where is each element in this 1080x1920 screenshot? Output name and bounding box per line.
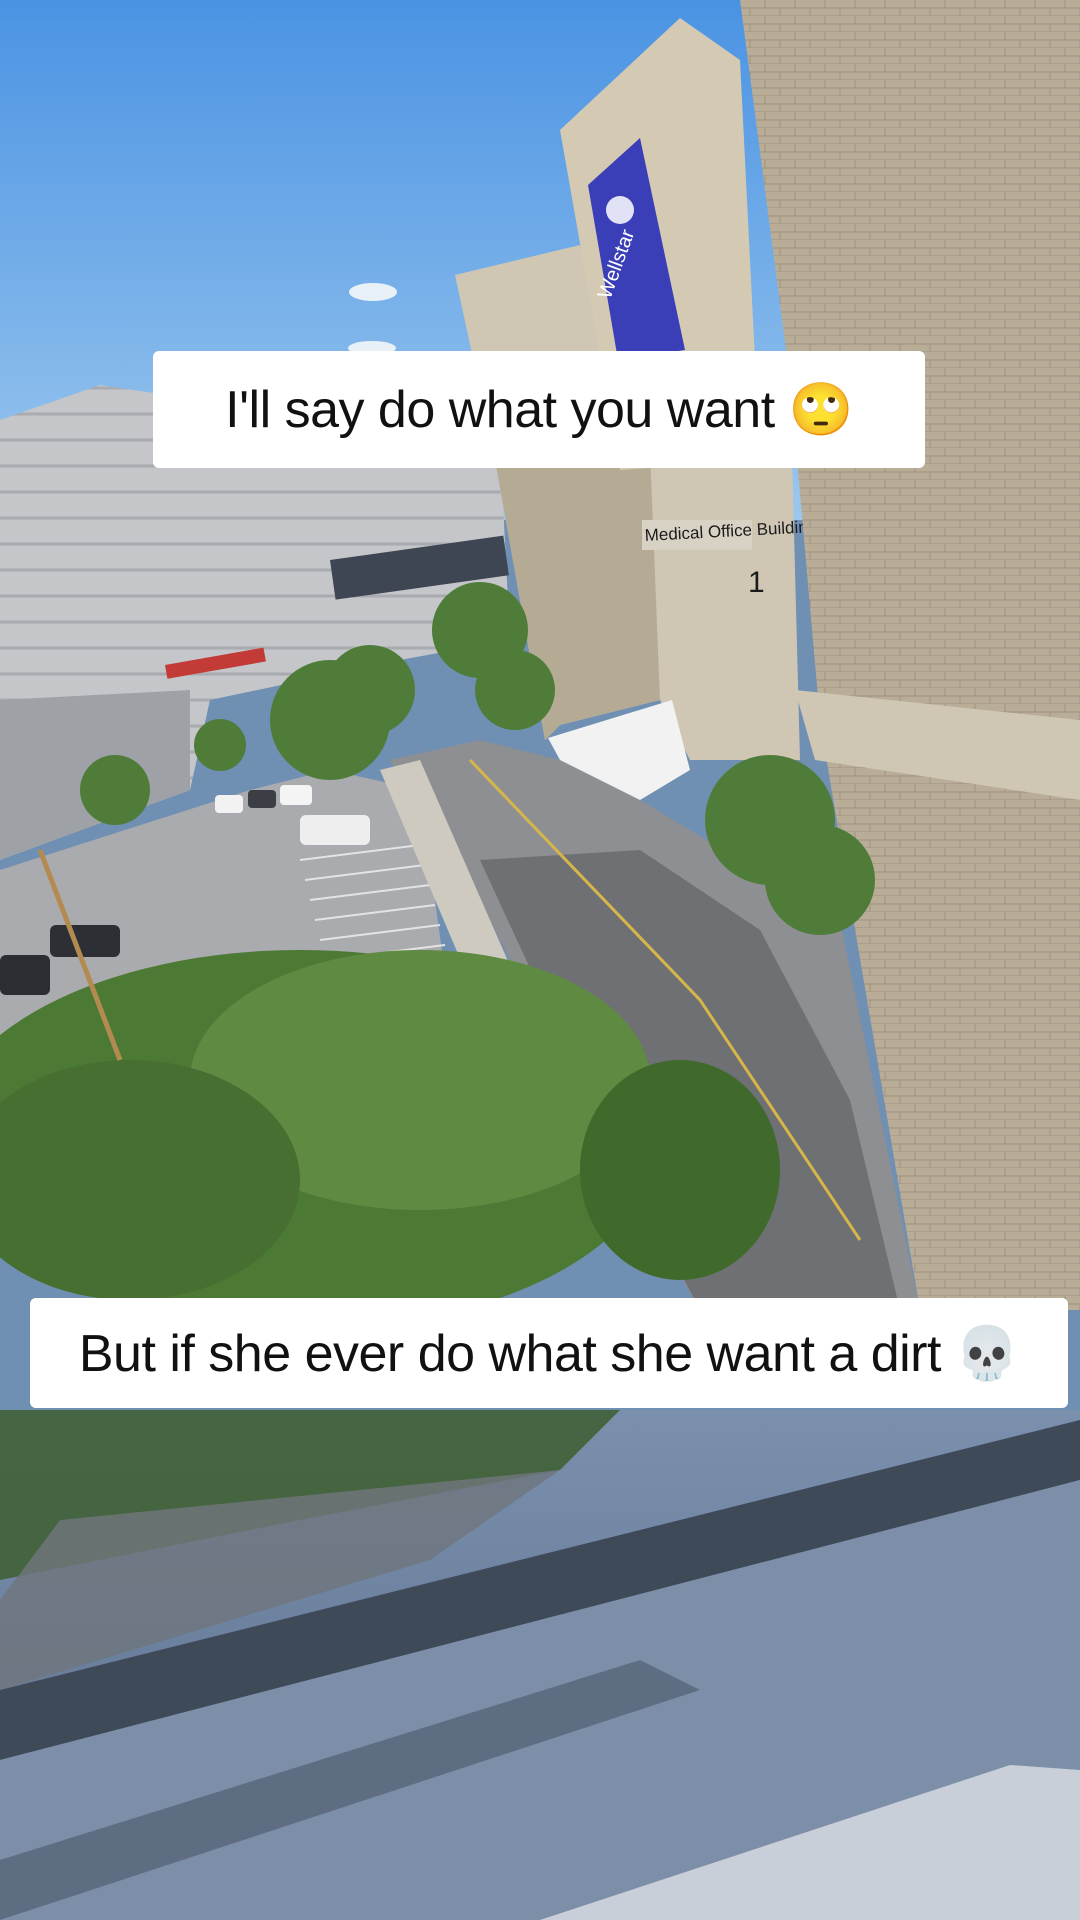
caption-bottom: But if she ever do what she want a dirt …: [30, 1298, 1068, 1408]
photo-background: Medical Office Building 1 Wellstar I'll …: [0, 0, 1080, 1920]
scene-illustration: Medical Office Building 1 Wellstar: [0, 0, 1080, 1920]
sign-logo: [606, 196, 634, 224]
caption-top: I'll say do what you want 🙄: [153, 351, 925, 468]
building-number: 1: [748, 566, 765, 599]
cloud: [349, 283, 397, 301]
